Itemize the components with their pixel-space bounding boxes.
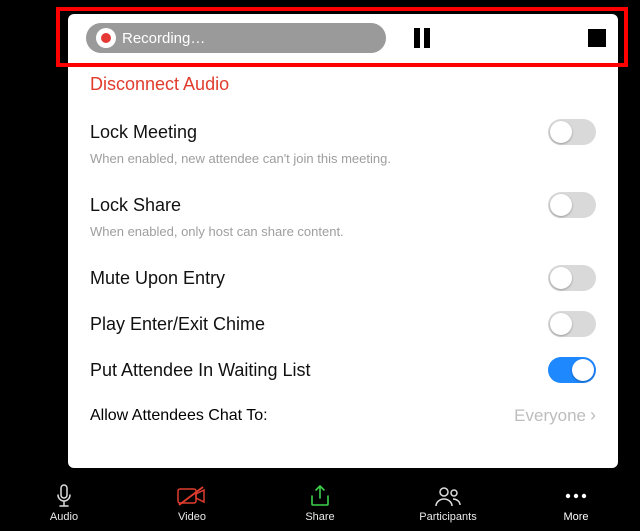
- tab-audio-label: Audio: [50, 511, 78, 523]
- waiting-list-toggle[interactable]: [548, 357, 596, 383]
- disconnect-audio-button[interactable]: Disconnect Audio: [90, 62, 596, 109]
- enter-exit-chime-label: Play Enter/Exit Chime: [90, 314, 265, 335]
- lock-share-row[interactable]: Lock Share: [90, 182, 596, 228]
- mute-upon-entry-label: Mute Upon Entry: [90, 268, 225, 289]
- pause-recording-button[interactable]: [414, 28, 430, 48]
- lock-share-label: Lock Share: [90, 195, 181, 216]
- tab-participants-label: Participants: [419, 511, 476, 523]
- allow-chat-row[interactable]: Allow Attendees Chat To: Everyone ›: [90, 393, 596, 438]
- bottom-tab-bar: Audio Video Share Participants More: [0, 475, 640, 531]
- disconnect-audio-label: Disconnect Audio: [90, 74, 229, 94]
- microphone-icon: [54, 483, 74, 509]
- tab-more-label: More: [563, 511, 588, 523]
- allow-chat-value-group: Everyone ›: [514, 405, 596, 426]
- lock-share-description: When enabled, only host can share conten…: [90, 224, 596, 255]
- tab-audio[interactable]: Audio: [24, 483, 104, 523]
- allow-chat-value: Everyone: [514, 406, 586, 426]
- enter-exit-chime-row[interactable]: Play Enter/Exit Chime: [90, 301, 596, 347]
- recording-status-label: Recording…: [122, 30, 205, 47]
- recording-controls-bar: Recording…: [68, 14, 618, 62]
- tab-share-label: Share: [305, 511, 334, 523]
- share-icon: [309, 483, 331, 509]
- allow-chat-label: Allow Attendees Chat To:: [90, 407, 268, 425]
- enter-exit-chime-toggle[interactable]: [548, 311, 596, 337]
- settings-list: Disconnect Audio Lock Meeting When enabl…: [68, 62, 618, 438]
- waiting-list-row[interactable]: Put Attendee In Waiting List: [90, 347, 596, 393]
- lock-meeting-row[interactable]: Lock Meeting: [90, 109, 596, 155]
- participants-icon: [434, 483, 462, 509]
- video-off-icon: [177, 483, 207, 509]
- lock-meeting-label: Lock Meeting: [90, 122, 197, 143]
- tab-video-label: Video: [178, 511, 206, 523]
- lock-meeting-toggle[interactable]: [548, 119, 596, 145]
- mute-upon-entry-row[interactable]: Mute Upon Entry: [90, 255, 596, 301]
- lock-meeting-description: When enabled, new attendee can't join th…: [90, 151, 596, 182]
- recording-status-pill[interactable]: Recording…: [86, 23, 386, 53]
- waiting-list-label: Put Attendee In Waiting List: [90, 360, 310, 381]
- lock-share-toggle[interactable]: [548, 192, 596, 218]
- pause-icon: [424, 28, 430, 48]
- mute-upon-entry-toggle[interactable]: [548, 265, 596, 291]
- app-stage: Recording… Disconnect Audio Lock Meeting…: [0, 0, 640, 531]
- pause-icon: [414, 28, 420, 48]
- tab-participants[interactable]: Participants: [408, 483, 488, 523]
- stop-recording-button[interactable]: [588, 29, 606, 47]
- more-options-popover: Recording… Disconnect Audio Lock Meeting…: [68, 14, 618, 468]
- more-icon: [563, 483, 589, 509]
- chevron-right-icon: ›: [590, 405, 596, 426]
- tab-video[interactable]: Video: [152, 483, 232, 523]
- tab-more[interactable]: More: [536, 483, 616, 523]
- record-icon: [96, 28, 116, 48]
- tab-share[interactable]: Share: [280, 483, 360, 523]
